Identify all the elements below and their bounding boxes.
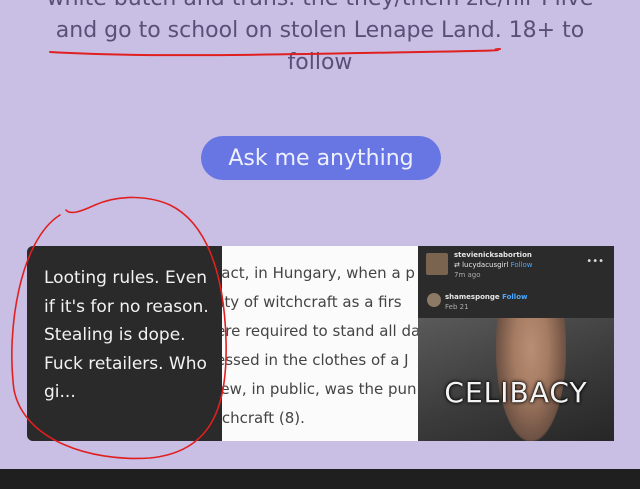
avatar bbox=[426, 253, 448, 275]
more-options-icon[interactable]: ••• bbox=[586, 256, 604, 267]
reblog-username: shamesponge Follow bbox=[445, 293, 527, 301]
gif-image: CELIBACY bbox=[418, 318, 614, 441]
doc-line: fact, in Hungary, when a p bbox=[222, 264, 415, 282]
bio-text-line-1: white butch and trans. the they/them zie… bbox=[0, 0, 640, 11]
bio-text-line-2: and go to school on stolen Lenape Land. … bbox=[55, 18, 585, 43]
doc-line: essed in the clothes of a J bbox=[222, 351, 409, 369]
ask-me-anything-button[interactable]: Ask me anything bbox=[201, 136, 441, 180]
reblog-source: ⇄ lucydacusgirl Follow bbox=[454, 261, 533, 269]
doc-line: tchcraft (8). bbox=[222, 409, 305, 427]
follow-link[interactable]: Follow bbox=[502, 293, 527, 301]
reblog-icon: ⇄ bbox=[454, 261, 463, 269]
post-preview-text: Looting rules. Even if it's for no reaso… bbox=[44, 268, 209, 402]
reblog-time: Feb 21 bbox=[445, 303, 469, 311]
doc-line: ere required to stand all da bbox=[222, 322, 418, 340]
post-preview-card[interactable]: Looting rules. Even if it's for no reaso… bbox=[27, 246, 223, 441]
reblog-time: 7m ago bbox=[454, 271, 481, 279]
reblog-username-2: shamesponge bbox=[445, 293, 500, 301]
reblog-preview-card[interactable]: stevienicksabortion ⇄ lucydacusgirl Foll… bbox=[418, 246, 614, 441]
gif-caption: CELIBACY bbox=[444, 376, 588, 409]
bottom-bar bbox=[0, 469, 640, 489]
document-preview-card[interactable]: fact, in Hungary, when a p ilty of witch… bbox=[222, 246, 418, 441]
doc-line: ilty of witchcraft as a firs bbox=[222, 293, 402, 311]
reblog-username: stevienicksabortion bbox=[454, 251, 532, 259]
reblog-source-name: lucydacusgirl bbox=[462, 261, 509, 269]
doc-line: Jew, in public, was the pun bbox=[222, 380, 417, 398]
follow-link[interactable]: Follow bbox=[511, 261, 533, 269]
bio-text-line-3: follow bbox=[287, 50, 353, 75]
avatar bbox=[427, 293, 441, 307]
